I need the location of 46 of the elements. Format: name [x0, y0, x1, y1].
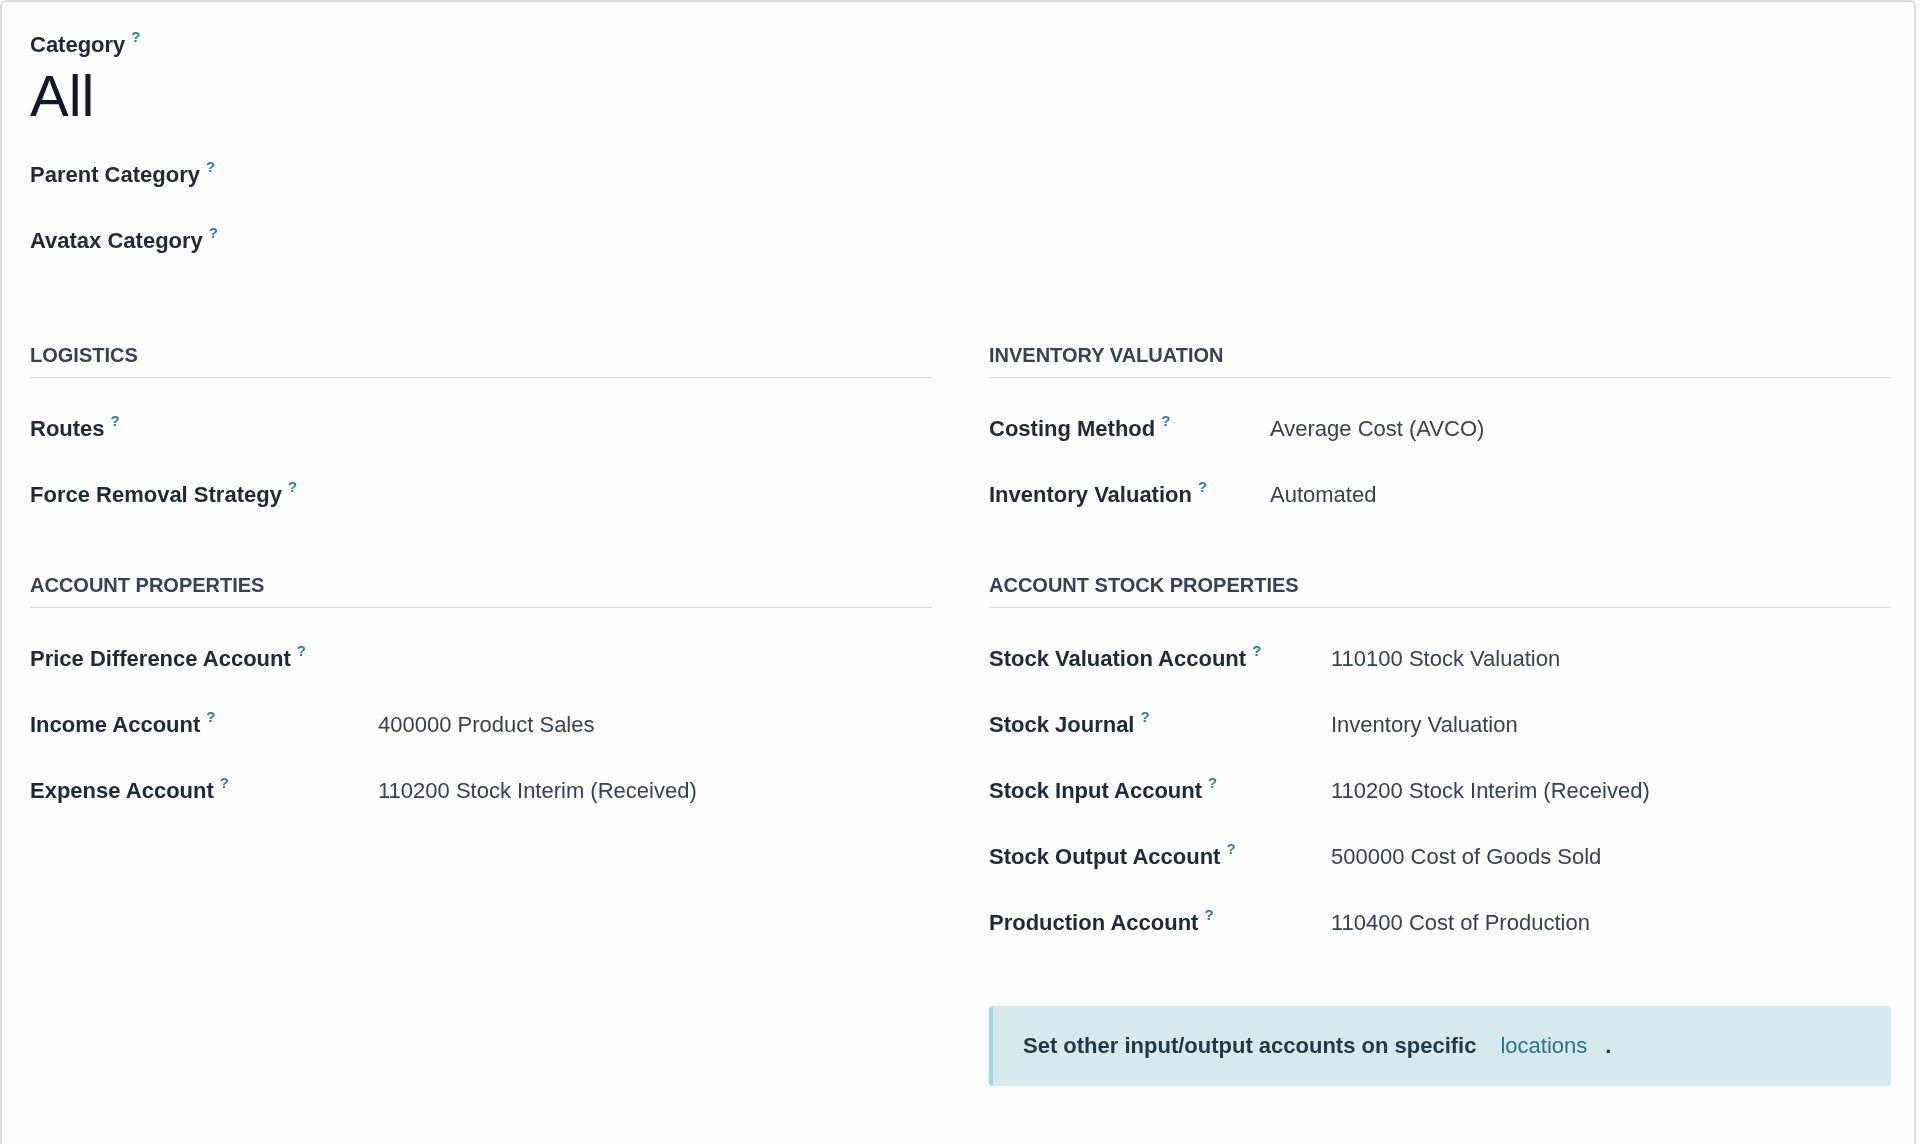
- locations-link[interactable]: locations: [1500, 1032, 1588, 1058]
- section-heading: ACCOUNT PROPERTIES: [30, 573, 932, 608]
- field-label: Inventory Valuation: [989, 481, 1192, 508]
- field-label: Stock Journal: [989, 711, 1135, 738]
- section-heading: LOGISTICS: [30, 343, 932, 378]
- help-tooltip-icon[interactable]: ?: [1140, 707, 1150, 725]
- help-tooltip-icon[interactable]: ?: [1208, 773, 1218, 791]
- help-tooltip-icon[interactable]: ?: [1252, 641, 1262, 659]
- field-value: 110200 Stock Interim (Received): [378, 777, 698, 804]
- field-value: Automated: [1270, 481, 1378, 508]
- field-label: Income Account: [30, 711, 201, 738]
- help-tooltip-icon[interactable]: ?: [205, 157, 216, 175]
- field-value: Inventory Valuation: [1331, 711, 1519, 738]
- field-label: Stock Output Account: [989, 843, 1221, 870]
- help-tooltip-icon[interactable]: ?: [287, 477, 298, 495]
- help-tooltip-icon[interactable]: ?: [110, 411, 120, 429]
- field-label: Expense Account: [30, 777, 214, 804]
- help-tooltip-icon[interactable]: ?: [219, 773, 229, 791]
- field-label: Category: [30, 32, 126, 58]
- field-label: Stock Valuation Account: [989, 645, 1247, 672]
- info-alert: Set other input/output accounts on specific locations .: [989, 1005, 1891, 1086]
- help-tooltip-icon[interactable]: ?: [131, 28, 141, 45]
- field-value: 110400 Cost of Production: [1331, 909, 1591, 936]
- section-heading: ACCOUNT STOCK PROPERTIES: [989, 573, 1891, 608]
- field-label: Routes: [30, 415, 105, 442]
- field-value: 110100 Stock Valuation: [1331, 645, 1562, 672]
- field-label: Force Removal Strategy: [30, 481, 282, 508]
- help-tooltip-icon[interactable]: ?: [1204, 905, 1214, 923]
- field-label: Costing Method: [989, 415, 1156, 442]
- help-tooltip-icon[interactable]: ?: [1197, 477, 1208, 495]
- field-label: Price Difference Account: [30, 645, 291, 672]
- help-tooltip-icon[interactable]: ?: [296, 641, 306, 659]
- field-label: Parent Category: [30, 161, 200, 188]
- help-tooltip-icon[interactable]: ?: [1226, 839, 1236, 857]
- help-tooltip-icon[interactable]: ?: [208, 223, 218, 241]
- field-value: 400000 Product Sales: [378, 711, 596, 738]
- category-name: All: [30, 64, 96, 128]
- field-label: Avatax Category: [30, 227, 203, 254]
- help-tooltip-icon[interactable]: ?: [1161, 411, 1171, 429]
- field-value: 110200 Stock Interim (Received): [1331, 777, 1651, 804]
- field-value: 500000 Cost of Goods Sold: [1331, 843, 1603, 870]
- help-tooltip-icon[interactable]: ?: [206, 707, 216, 725]
- field-value: Average Cost (AVCO): [1270, 415, 1486, 442]
- section-heading: INVENTORY VALUATION: [989, 343, 1891, 378]
- field-label: Production Account: [989, 909, 1199, 936]
- field-label: Stock Input Account: [989, 777, 1203, 804]
